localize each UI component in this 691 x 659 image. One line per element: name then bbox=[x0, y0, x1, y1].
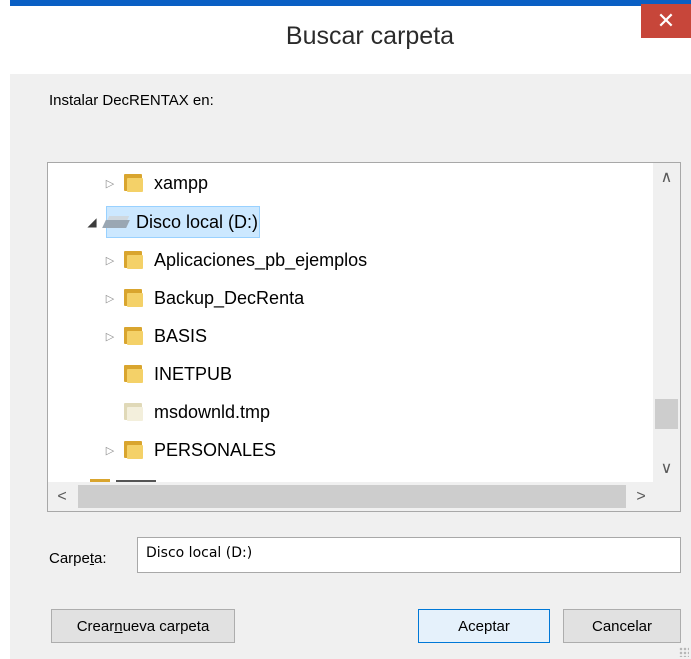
folder-label: Carpeta: bbox=[49, 550, 107, 567]
tree-item-basis[interactable]: ▷ BASIS bbox=[102, 318, 207, 354]
tree-item-backup-decrenta[interactable]: ▷ Backup_DecRenta bbox=[102, 280, 304, 316]
tree-item-label: Backup_DecRenta bbox=[154, 287, 305, 308]
vertical-scroll-thumb[interactable] bbox=[655, 399, 678, 429]
tree-item-label: Aplicaciones_pb_ejemplos bbox=[154, 249, 368, 270]
accept-button[interactable]: Aceptar bbox=[418, 609, 550, 643]
collapse-arrow-icon[interactable]: ◢ bbox=[84, 215, 100, 229]
new-folder-button[interactable]: Crear n ueva carpeta bbox=[51, 609, 235, 643]
folder-icon bbox=[122, 173, 146, 193]
scroll-down-icon[interactable]: ∨ bbox=[653, 454, 680, 482]
folder-icon bbox=[122, 326, 146, 346]
tree-item-inetpub[interactable]: INETPUB bbox=[102, 356, 232, 392]
folder-input[interactable]: Disco local (D:) bbox=[137, 537, 681, 573]
drive-icon bbox=[102, 214, 130, 230]
vertical-scrollbar[interactable]: ∧ ∨ bbox=[653, 163, 680, 482]
expand-arrow-icon[interactable]: ▷ bbox=[102, 292, 118, 305]
browse-folder-dialog: Buscar carpeta ✕ Instalar DecRENTAX en: … bbox=[0, 0, 691, 659]
tree-item-label: xampp bbox=[154, 172, 209, 193]
tree-item-personales[interactable]: ▷ PERSONALES bbox=[102, 432, 276, 468]
horizontal-scrollbar[interactable]: < > bbox=[48, 482, 680, 511]
tree-item-label: BASIS bbox=[154, 325, 208, 346]
scrollbar-corner bbox=[655, 482, 680, 511]
folder-icon bbox=[122, 250, 146, 270]
tree-item-label: Disco local (D:) bbox=[136, 211, 259, 232]
expand-arrow-icon[interactable]: ▷ bbox=[102, 330, 118, 343]
folder-icon bbox=[122, 364, 146, 384]
file-folder-icon bbox=[122, 402, 146, 422]
close-button[interactable]: ✕ bbox=[641, 4, 691, 38]
tree-item-label: PERSONALES bbox=[154, 439, 277, 460]
scroll-right-icon[interactable]: > bbox=[627, 482, 655, 511]
tree-item-xampp[interactable]: ▷ xampp bbox=[102, 165, 208, 201]
folder-tree[interactable]: ▷ xampp ◢ Disco local (D:) ▷ Aplicacione… bbox=[47, 162, 681, 512]
dialog-title: Buscar carpeta bbox=[285, 22, 455, 50]
title-bar[interactable]: Buscar carpeta ✕ bbox=[10, 0, 691, 74]
expand-arrow-icon[interactable]: ▷ bbox=[102, 254, 118, 267]
cancel-button[interactable]: Cancelar bbox=[563, 609, 681, 643]
expand-arrow-icon[interactable]: ▷ bbox=[102, 177, 118, 190]
instruction-text: Instalar DecRENTAX en: bbox=[49, 92, 214, 109]
close-icon: ✕ bbox=[656, 8, 676, 33]
tree-item-label: INETPUB bbox=[154, 363, 233, 384]
scroll-up-icon[interactable]: ∧ bbox=[653, 163, 680, 191]
tree-item-disco-local-d[interactable]: ◢ Disco local (D:) bbox=[84, 204, 258, 240]
expand-arrow-icon[interactable]: ▷ bbox=[102, 444, 118, 457]
scroll-left-icon[interactable]: < bbox=[48, 482, 76, 511]
folder-icon bbox=[122, 440, 146, 460]
tree-item-aplicaciones[interactable]: ▷ Aplicaciones_pb_ejemplos bbox=[102, 242, 367, 278]
tree-item-msdownld[interactable]: msdownld.tmp bbox=[102, 394, 270, 430]
folder-icon bbox=[122, 288, 146, 308]
horizontal-scroll-thumb[interactable] bbox=[78, 485, 626, 508]
resize-grip-icon[interactable] bbox=[679, 647, 689, 657]
tree-item-label: msdownld.tmp bbox=[154, 401, 271, 422]
